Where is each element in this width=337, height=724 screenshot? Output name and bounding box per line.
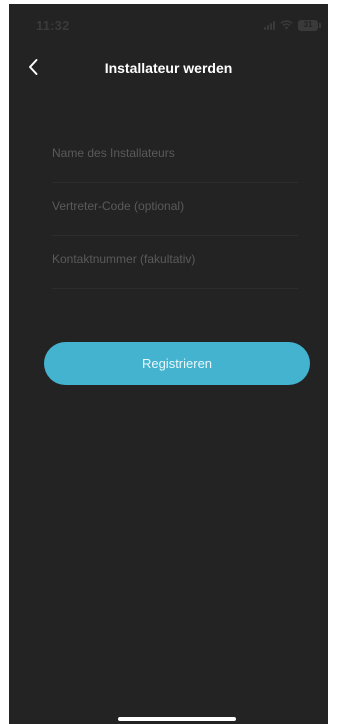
installer-form (52, 130, 298, 289)
register-button[interactable]: Registrieren (44, 342, 310, 385)
status-time: 11:32 (36, 18, 70, 33)
nav-header: Installateur werden (9, 54, 328, 84)
agent-code-input[interactable] (52, 195, 298, 217)
contact-number-input[interactable] (52, 248, 298, 270)
app-screen: 11:32 31 Installateur werden Name des In… (9, 4, 328, 724)
status-icons: 31 (264, 18, 321, 32)
home-indicator[interactable] (118, 717, 236, 721)
installer-name-input[interactable] (52, 142, 298, 164)
page-title: Installateur werden (104, 60, 233, 76)
status-bar: 11:32 31 (9, 4, 328, 44)
battery-level: 31 (303, 20, 313, 29)
signal-icon (264, 20, 275, 30)
agent-code-field-row (52, 183, 298, 236)
wifi-icon (280, 20, 293, 30)
contact-number-field-row (52, 236, 298, 289)
installer-name-field-row (52, 130, 298, 183)
battery-icon: 31 (298, 19, 321, 31)
